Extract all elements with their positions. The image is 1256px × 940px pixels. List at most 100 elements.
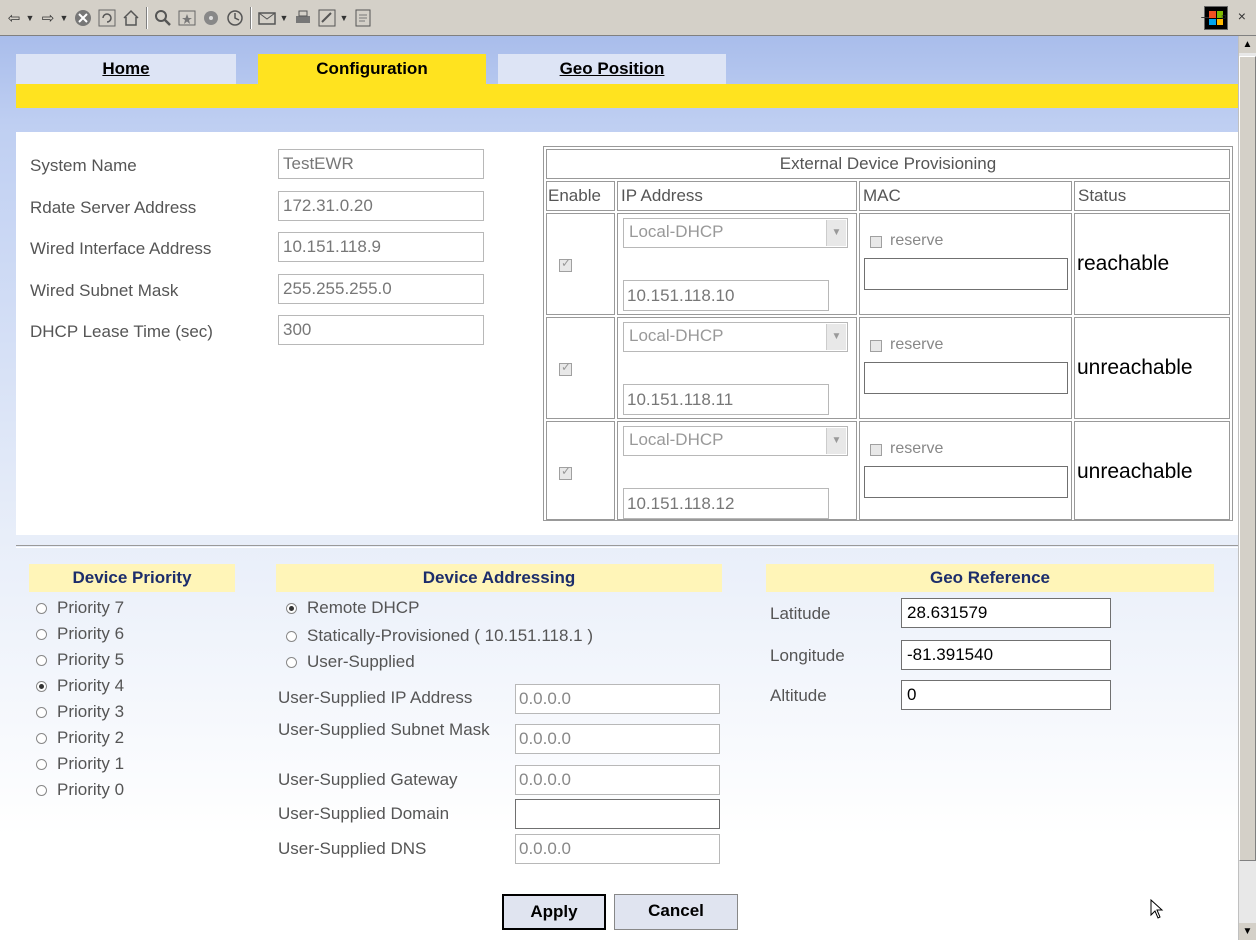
edp-row-1-mode-select[interactable]: Local-DHCP ▼ (623, 218, 848, 248)
radio-icon[interactable] (36, 706, 47, 718)
priority-option[interactable]: Priority 7 (36, 598, 124, 618)
user-gateway-field[interactable]: 0.0.0.0 (515, 765, 720, 795)
chevron-down-icon: ▼ (826, 428, 846, 454)
radio-icon[interactable] (36, 628, 47, 640)
scroll-down-icon[interactable]: ▼ (1239, 923, 1256, 940)
discuss-icon[interactable] (352, 6, 374, 30)
tab-home[interactable]: Home (16, 54, 236, 84)
edp-row-2-reserve-checkbox[interactable] (870, 340, 882, 352)
radio-selected-icon[interactable] (36, 680, 47, 692)
edp-row-2-enable-cell (546, 317, 615, 419)
edp-row-1-ip-field[interactable]: 10.151.118.10 (623, 280, 829, 311)
longitude-label: Longitude (770, 646, 845, 665)
edp-row-1-reserve-checkbox[interactable] (870, 236, 882, 248)
radio-icon[interactable] (36, 602, 47, 614)
forward-dropdown-icon[interactable]: ▼ (58, 6, 70, 30)
edp-header-enable: Enable (546, 181, 615, 211)
forward-icon[interactable]: ⇨ (38, 6, 58, 30)
dhcp-lease-field[interactable]: 300 (278, 315, 484, 345)
edit-icon[interactable] (316, 6, 338, 30)
history-icon[interactable] (224, 6, 246, 30)
edp-row-3-reserve-checkbox[interactable] (870, 444, 882, 456)
edp-row-2-mac-field[interactable] (864, 362, 1068, 394)
radio-icon[interactable] (36, 732, 47, 744)
favorites-icon[interactable] (176, 6, 198, 30)
mail-dropdown-icon[interactable]: ▼ (278, 6, 290, 30)
latitude-field[interactable]: 28.631579 (901, 598, 1111, 628)
user-ip-field[interactable]: 0.0.0.0 (515, 684, 720, 714)
user-domain-label: User-Supplied Domain (278, 804, 450, 823)
user-dns-field[interactable]: 0.0.0.0 (515, 834, 720, 864)
edp-row-2-mode-select[interactable]: Local-DHCP ▼ (623, 322, 848, 352)
scrollbar-thumb[interactable] (1239, 56, 1256, 861)
edp-row-3-mac-field[interactable] (864, 466, 1068, 498)
chevron-down-icon: ▼ (826, 220, 846, 246)
radio-icon[interactable] (36, 784, 47, 796)
search-icon[interactable] (152, 6, 174, 30)
user-subnet-field[interactable]: 0.0.0.0 (515, 724, 720, 754)
edp-row-3-ip-field[interactable]: 10.151.118.12 (623, 488, 829, 519)
print-icon[interactable] (292, 6, 314, 30)
edp-row-3-mode-select[interactable]: Local-DHCP ▼ (623, 426, 848, 456)
edp-row-2-ip-field[interactable]: 10.151.118.11 (623, 384, 829, 415)
apply-button[interactable]: Apply (502, 894, 606, 930)
altitude-label: Altitude (770, 686, 827, 705)
altitude-field[interactable]: 0 (901, 680, 1111, 710)
edp-row-2-enable-checkbox[interactable] (559, 360, 572, 376)
priority-option[interactable]: Priority 3 (36, 702, 124, 722)
edp-header-mac: MAC (859, 181, 1072, 211)
system-name-label: System Name (30, 156, 137, 175)
wired-interface-field[interactable]: 10.151.118.9 (278, 232, 484, 262)
rdate-server-field[interactable]: 172.31.0.20 (278, 191, 484, 221)
radio-icon[interactable] (36, 758, 47, 770)
user-domain-field[interactable] (515, 799, 720, 829)
window-controls[interactable]: – ▫ × (1201, 8, 1250, 24)
priority-option[interactable]: Priority 2 (36, 728, 124, 748)
home-icon[interactable] (120, 6, 142, 30)
edp-row-3-enable-cell (546, 421, 615, 520)
stop-icon[interactable] (72, 6, 94, 30)
priority-option[interactable]: Priority 1 (36, 754, 124, 774)
addressing-option[interactable]: Remote DHCP (286, 598, 419, 618)
priority-option[interactable]: Priority 0 (36, 780, 124, 800)
scroll-up-icon[interactable]: ▲ (1239, 36, 1256, 53)
tab-bar-strip (16, 84, 1238, 108)
wired-subnet-field[interactable]: 255.255.255.0 (278, 274, 484, 304)
edp-row-3-reserve-label: reserve (890, 440, 944, 457)
back-icon[interactable]: ⇦ (4, 6, 24, 30)
tab-configuration[interactable]: Configuration (258, 54, 486, 84)
edp-row-2-status: unreachable (1077, 356, 1193, 379)
priority-option[interactable]: Priority 4 (36, 676, 124, 696)
tab-geo-position[interactable]: Geo Position (498, 54, 726, 84)
page-content: Home Configuration Geo Position System N… (0, 36, 1238, 940)
addressing-option[interactable]: Statically-Provisioned ( 10.151.118.1 ) (286, 626, 593, 646)
radio-icon[interactable] (286, 656, 297, 668)
radio-icon[interactable] (36, 654, 47, 666)
edp-row-3-ip-cell: Local-DHCP ▼ 10.151.118.12 (617, 421, 857, 520)
edp-row-1-status: reachable (1077, 252, 1170, 275)
edp-row-1-reserve-label: reserve (890, 232, 944, 249)
wired-interface-label: Wired Interface Address (30, 239, 212, 258)
edp-row-1-enable-checkbox[interactable] (559, 256, 572, 272)
refresh-icon[interactable] (96, 6, 118, 30)
system-name-field[interactable]: TestEWR (278, 149, 484, 179)
edp-row-1-mac-field[interactable] (864, 258, 1068, 290)
radio-icon[interactable] (286, 630, 297, 642)
cancel-button[interactable]: Cancel (614, 894, 738, 930)
vertical-scrollbar[interactable]: ▲ ▼ (1238, 36, 1256, 940)
addressing-option[interactable]: User-Supplied (286, 652, 415, 672)
system-config-panel: System Name TestEWR Rdate Server Address… (16, 132, 1238, 535)
priority-option[interactable]: Priority 5 (36, 650, 124, 670)
radio-selected-icon[interactable] (286, 602, 297, 614)
mail-icon[interactable] (256, 6, 278, 30)
media-icon[interactable] (200, 6, 222, 30)
mouse-cursor-icon (1150, 899, 1164, 919)
edp-row-3-enable-checkbox[interactable] (559, 464, 572, 480)
rdate-server-label: Rdate Server Address (30, 198, 197, 217)
edit-dropdown-icon[interactable]: ▼ (338, 6, 350, 30)
back-dropdown-icon[interactable]: ▼ (24, 6, 36, 30)
device-priority-header: Device Priority (29, 564, 235, 592)
section-divider (16, 545, 1238, 548)
longitude-field[interactable]: -81.391540 (901, 640, 1111, 670)
priority-option[interactable]: Priority 6 (36, 624, 124, 644)
